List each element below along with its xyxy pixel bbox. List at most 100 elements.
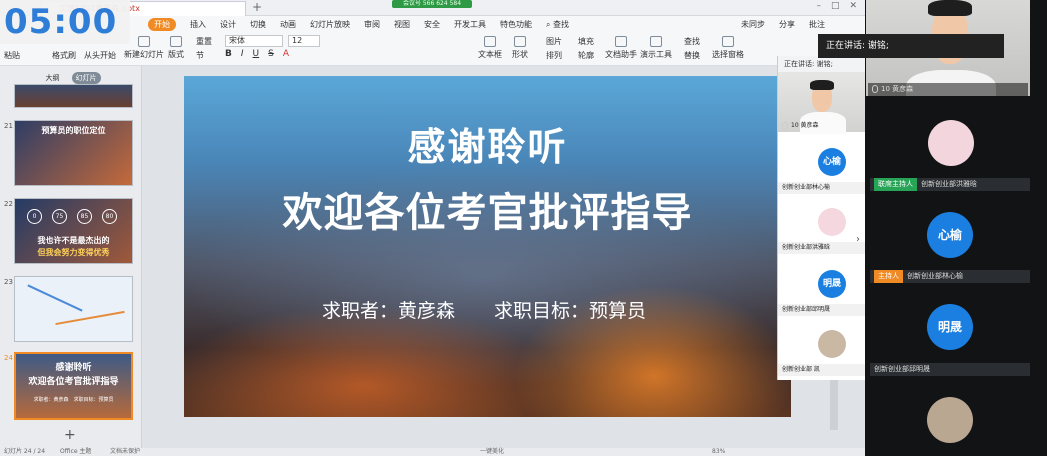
textbox-icon: [484, 36, 496, 47]
participant-camera[interactable]: 10 黄彦森: [778, 72, 866, 134]
shape-button[interactable]: 形状: [512, 36, 528, 60]
replace-button[interactable]: 替换: [684, 50, 700, 61]
tile-label: 创新创业部 凯: [778, 364, 866, 376]
strikethrough-button[interactable]: S: [268, 49, 274, 59]
find-label: 查找: [684, 37, 700, 46]
reset-button[interactable]: 重置: [196, 36, 212, 47]
new-slide-button[interactable]: 新建幻灯片: [124, 36, 164, 60]
tile-name: 10 黄彦森: [791, 122, 819, 129]
participant-name: 创新创业部邱明晟: [874, 365, 930, 373]
paste-button[interactable]: 粘贴: [4, 50, 20, 61]
avatar: 明晟: [927, 304, 973, 350]
menu-search[interactable]: ⌕ 查找: [546, 19, 569, 30]
shape-label: 形状: [512, 50, 528, 59]
self-label: 10 黄彦森: [868, 83, 1028, 96]
font-color-button[interactable]: A: [283, 49, 289, 59]
presenter-label: 演示工具: [640, 50, 672, 59]
slide-thumb-22[interactable]: 0 75 85 80 我也许不是最杰出的 但我会努力变得优秀: [14, 198, 133, 264]
format-painter-button[interactable]: 格式刷: [52, 50, 76, 61]
slide-thumb-24-selected[interactable]: 感谢聆听 欢迎各位考官批评指导 求职者：黄彦森 求职目标：预算员: [14, 352, 133, 420]
menu-view[interactable]: 视图: [394, 19, 410, 30]
italic-button[interactable]: I: [241, 49, 244, 59]
score-circle: 80: [102, 209, 117, 224]
format-painter-label: 格式刷: [52, 51, 76, 60]
self-name: 10 黄彦森: [881, 85, 914, 93]
add-slide-button[interactable]: +: [64, 427, 76, 443]
avatar-photo: [927, 397, 973, 443]
vertical-scrollbar[interactable]: [830, 380, 838, 430]
menu-developer[interactable]: 开发工具: [454, 19, 486, 30]
outline-label: 轮廓: [578, 51, 594, 60]
underline-button[interactable]: U: [253, 49, 260, 59]
maximize-icon[interactable]: □: [831, 1, 840, 11]
comment-button[interactable]: 批注: [809, 19, 825, 30]
slide-thumb-20[interactable]: [14, 84, 133, 108]
share-button[interactable]: 分享: [779, 19, 795, 30]
participant-label: 创新创业部邱明晟: [870, 363, 1030, 376]
menu-security[interactable]: 安全: [424, 19, 440, 30]
menu-insert[interactable]: 插入: [190, 19, 206, 30]
zoom-level[interactable]: 83%: [712, 448, 725, 456]
section-label: 节: [196, 51, 204, 60]
shape-icon: [514, 36, 526, 47]
slide-number-22: 22: [4, 200, 13, 208]
thumb22-score-circles: 0 75 85 80: [27, 209, 117, 224]
font-family-select[interactable]: 宋体: [225, 35, 283, 47]
fill-button[interactable]: 填充: [578, 36, 594, 47]
textbox-button[interactable]: 文本框: [478, 36, 502, 60]
slide-goal: 求职目标：预算员: [494, 300, 647, 322]
doc-helper-button[interactable]: 文档助手: [605, 36, 637, 60]
menu-features[interactable]: 特色功能: [500, 19, 532, 30]
menu-transition[interactable]: 切换: [250, 19, 266, 30]
menu-review[interactable]: 审阅: [364, 19, 380, 30]
avatar-photo: [818, 330, 846, 358]
layout-button[interactable]: 版式: [168, 36, 184, 60]
cohost-badge: 联席主持人: [874, 178, 917, 191]
host-badge: 主持人: [874, 270, 903, 283]
format-buttons: B I U S A: [225, 49, 289, 59]
beautify-button[interactable]: 一键美化: [480, 448, 504, 456]
menu-design[interactable]: 设计: [220, 19, 236, 30]
menu-animation[interactable]: 动画: [280, 19, 296, 30]
slide-number-24: 24: [4, 354, 13, 362]
font-size-select[interactable]: 12: [288, 35, 320, 47]
current-slide[interactable]: 感谢聆听 欢迎各位考官批评指导 求职者：黄彦森 求职目标：预算员: [184, 76, 791, 417]
play-from-start-button[interactable]: 从头开始: [84, 50, 116, 61]
new-tab-button[interactable]: +: [252, 0, 262, 15]
new-slide-icon: [138, 36, 150, 47]
panel-tabs: 大纲 幻灯片: [0, 72, 142, 84]
select-pane-label: 选择窗格: [712, 50, 744, 59]
menu-slideshow[interactable]: 幻灯片放映: [310, 19, 350, 30]
select-pane-button[interactable]: 选择窗格: [712, 36, 744, 60]
outline-button[interactable]: 轮廓: [578, 50, 594, 61]
doc-helper-label: 文档助手: [605, 50, 637, 59]
slide-thumb-21[interactable]: 预算员的职位定位: [14, 120, 133, 186]
slide-title-1: 感谢聆听: [407, 125, 568, 169]
image-button[interactable]: 图片: [546, 36, 562, 47]
protect-status[interactable]: 文档未保护: [110, 448, 140, 456]
slide-number-23: 23: [4, 278, 13, 286]
layout-label: 版式: [168, 50, 184, 59]
presenter-tools-icon: [650, 36, 662, 47]
status-bar: 幻灯片 24 / 24 Office 主题 文档未保护 一键美化 83%: [0, 448, 865, 456]
tab-outline[interactable]: 大纲: [42, 72, 64, 84]
find-button[interactable]: 查找: [684, 36, 700, 47]
chevron-right-icon[interactable]: ›: [856, 234, 860, 245]
bold-button[interactable]: B: [225, 49, 232, 59]
presenter-tools-button[interactable]: 演示工具: [640, 36, 672, 60]
participant-video-panel: 正在讲话: 谢铭; 10 黄彦森 心榆 创新创业部林心榆 创新创业部洪雅晗 明晟…: [777, 56, 866, 380]
slide-thumb-23[interactable]: [14, 276, 133, 342]
tile-name: 创新创业部林心榆: [782, 184, 831, 191]
minimize-icon[interactable]: –: [816, 1, 821, 11]
search-label: 查找: [553, 19, 570, 29]
person-hair: [928, 0, 972, 16]
speaking-banner: 正在讲话: 谢铭;: [818, 34, 1004, 58]
section-button[interactable]: 节: [196, 50, 204, 61]
sync-status[interactable]: 未同步: [741, 19, 765, 30]
tab-slides[interactable]: 幻灯片: [71, 72, 101, 84]
new-slide-label: 新建幻灯片: [124, 50, 164, 59]
map-route: [55, 310, 125, 326]
menu-home[interactable]: 开始: [148, 17, 176, 31]
arrange-button[interactable]: 排列: [546, 50, 562, 61]
close-icon[interactable]: ✕: [849, 1, 857, 11]
